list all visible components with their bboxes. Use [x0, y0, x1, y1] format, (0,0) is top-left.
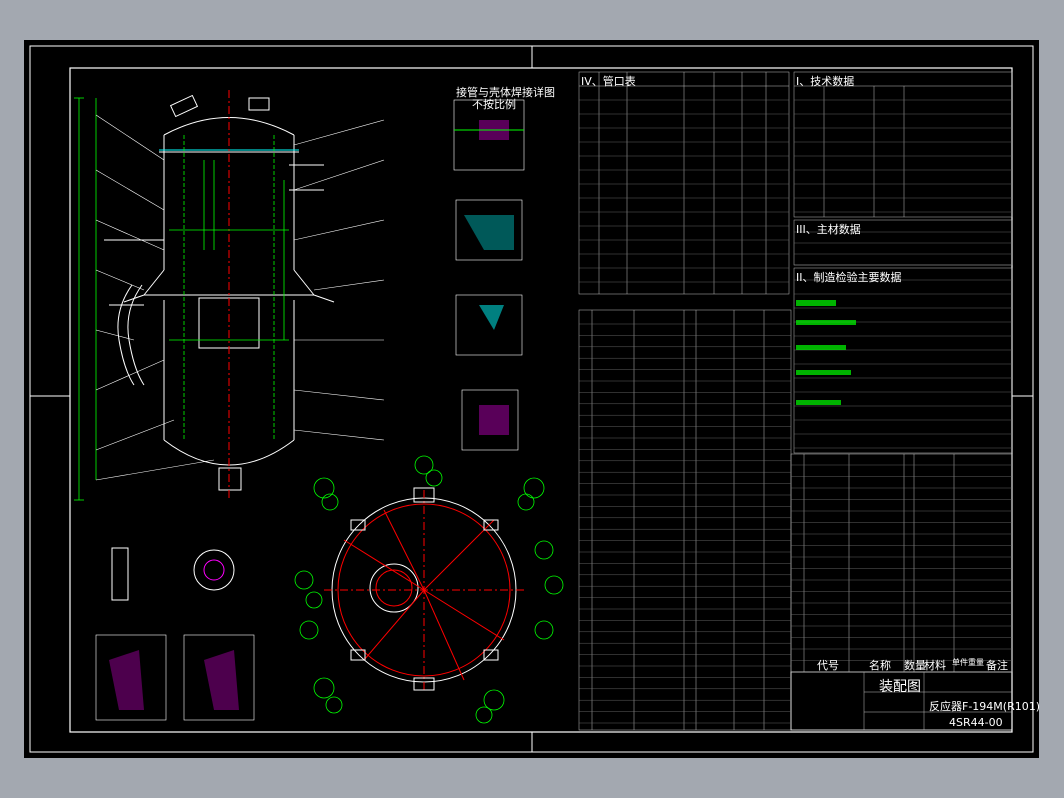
leader-lines-right [293, 119, 385, 441]
nozzle-table-title: IV、管口表 [581, 75, 636, 88]
drawing-sheet: IV、管口表 I、技术数据 III、主材数据 II、制造检验主要数据 接管与壳体… [24, 40, 1041, 758]
material-data-title: III、主材数据 [796, 223, 861, 236]
vessel-plan-view [324, 487, 524, 691]
parts-header-remark: 备注 [986, 659, 1008, 672]
equipment-name: 反应器F-194M(R101) [929, 700, 1041, 713]
parts-header-name: 名称 [869, 659, 891, 672]
parts-header-code: 代号 [817, 659, 839, 672]
drawing-title: 装配图 [879, 679, 921, 695]
dimension-lines [74, 97, 289, 501]
inner-frame [69, 67, 1013, 733]
table-accents [796, 300, 856, 405]
parts-header-weight: 单件重量 [952, 658, 984, 667]
tech-data-title: I、技术数据 [796, 75, 855, 88]
inspection-data-title: II、制造检验主要数据 [796, 271, 902, 284]
table-row-lines [579, 99, 1012, 724]
parts-header-qty: 数量 [904, 659, 926, 672]
detail-views [95, 99, 525, 721]
parts-header-material: 材料 [924, 659, 946, 672]
table-grids [578, 71, 1013, 731]
drawing-number: 4SR44-00 [949, 716, 1003, 729]
cad-drawing [29, 45, 1034, 753]
detail-scale-note: 不按比例 [472, 98, 516, 111]
leader-lines-left [95, 114, 215, 481]
